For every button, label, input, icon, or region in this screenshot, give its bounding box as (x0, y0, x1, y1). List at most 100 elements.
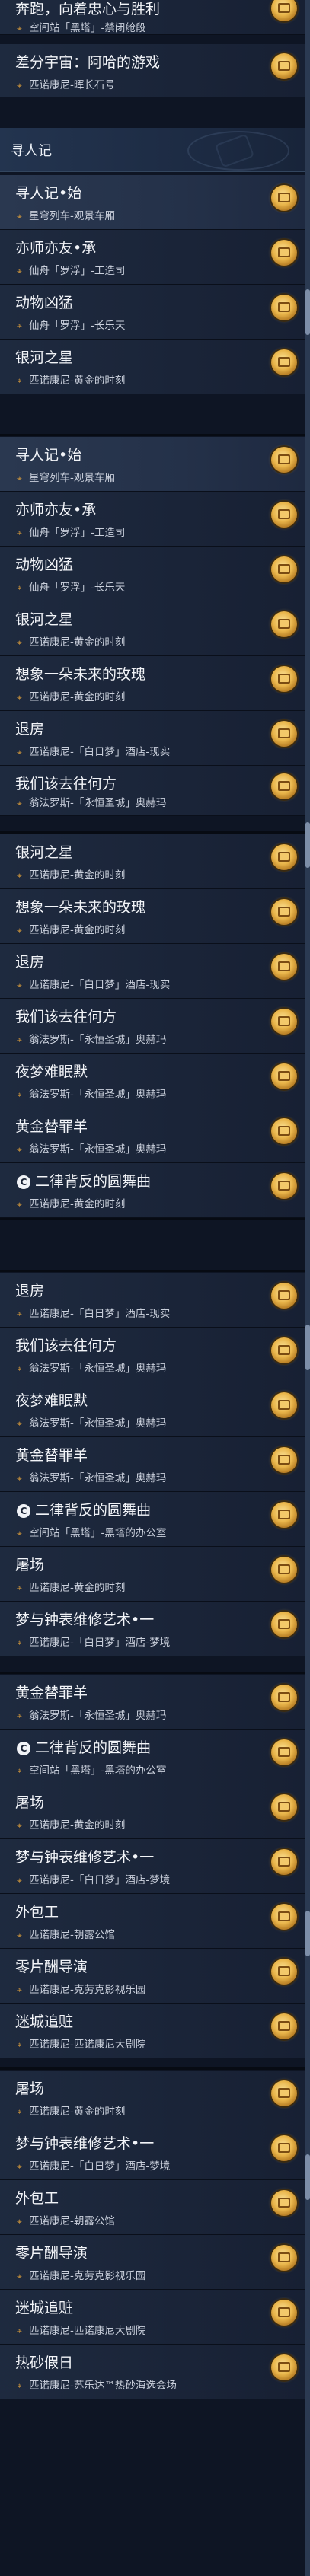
mission-location: ⌖ 匹诺康尼-晖长石号 (17, 78, 115, 92)
reward-chest-icon[interactable] (271, 1904, 297, 1930)
mission-location-text: 匹诺康尼-黄金的时刻 (29, 636, 126, 649)
reward-chest-icon[interactable] (271, 1118, 297, 1144)
reward-chest-icon[interactable] (271, 611, 297, 637)
reward-chest-icon[interactable] (271, 1739, 297, 1765)
scrollbar-track[interactable] (305, 0, 310, 2576)
reward-chest-icon[interactable] (271, 2245, 297, 2271)
reward-chest-icon[interactable] (271, 1392, 297, 1418)
mission-item[interactable]: 差分宇宙：阿哈的游戏 ⌖ 匹诺康尼-晖长石号 (0, 44, 305, 97)
mission-location: ⌖ 匹诺康尼-黄金的时刻 (17, 1197, 125, 1211)
reward-chest-icon[interactable] (271, 2013, 297, 2039)
reward-chest-icon[interactable] (271, 1794, 297, 1820)
mission-item[interactable]: 寻人记•始 ⌖ 星穹列车-观景车厢 (0, 437, 305, 492)
mission-item[interactable]: 黄金替罪羊 ⌖ 翁法罗斯-「永恒圣城」奥赫玛 (0, 1108, 305, 1163)
location-pin-icon: ⌖ (17, 1765, 22, 1776)
mission-item[interactable]: 外包工 ⌖ 匹诺康尼-朝露公馆 (0, 2180, 305, 2235)
mission-item[interactable]: 银河之星 ⌖ 匹诺康尼-黄金的时刻 (0, 601, 305, 656)
mission-item[interactable]: 黄金替罪羊 ⌖ 翁法罗斯-「永恒圣城」奥赫玛 (0, 1437, 305, 1492)
reward-chest-icon[interactable] (271, 666, 297, 692)
reward-chest-icon[interactable] (271, 2300, 297, 2326)
mission-item[interactable]: C 二律背反的圆舞曲 ⌖ 空间站「黑塔」-黑塔的办公室 (0, 1492, 305, 1547)
reward-chest-icon[interactable] (271, 1959, 297, 1985)
mission-item[interactable]: 屠场 ⌖ 匹诺康尼-黄金的时刻 (0, 1784, 305, 1839)
reward-chest-icon[interactable] (271, 502, 297, 528)
scrollbar-thumb[interactable] (305, 289, 310, 335)
mission-item[interactable]: 夜梦难眠默 ⌖ 翁法罗斯-「永恒圣城」奥赫玛 (0, 1382, 305, 1437)
mission-item[interactable]: 屠场 ⌖ 匹诺康尼-黄金的时刻 (0, 1547, 305, 1602)
scrollbar-thumb[interactable] (305, 1325, 310, 1370)
reward-chest-icon[interactable] (271, 721, 297, 747)
location-pin-icon: ⌖ (17, 870, 22, 881)
mission-item[interactable]: 热砂假日 ⌖ 匹诺康尼-苏乐达™热砂海选会场 (0, 2345, 305, 2399)
reward-chest-icon[interactable] (271, 240, 297, 266)
reward-chest-icon[interactable] (271, 1337, 297, 1363)
mission-item[interactable]: 梦与钟表维修艺术•一 ⌖ 匹诺康尼-「白日梦」酒店-梦境 (0, 2125, 305, 2180)
reward-chest-icon[interactable] (271, 1447, 297, 1473)
mission-item[interactable]: 梦与钟表维修艺术•一 ⌖ 匹诺康尼-「白日梦」酒店-梦境 (0, 1602, 305, 1656)
mission-item[interactable]: 退房 ⌖ 匹诺康尼-「白日梦」酒店-现实 (0, 711, 305, 766)
mission-title: 梦与钟表维修艺术•一 (15, 1849, 155, 1866)
mission-title: 黄金替罪羊 (15, 1447, 88, 1464)
mission-location: ⌖ 匹诺康尼-黄金的时刻 (17, 869, 125, 882)
mission-item[interactable]: 银河之星 ⌖ 匹诺康尼-黄金的时刻 (0, 834, 305, 889)
mission-item[interactable]: C 二律背反的圆舞曲 ⌖ 匹诺康尼-黄金的时刻 (0, 1163, 305, 1218)
scrollbar-thumb[interactable] (305, 2154, 310, 2200)
mission-item[interactable]: 我们该去往何方 ⌖ 翁法罗斯-「永恒圣城」奥赫玛 (0, 766, 305, 816)
reward-chest-icon[interactable] (271, 1557, 297, 1583)
reward-chest-icon[interactable] (271, 2190, 297, 2216)
reward-chest-icon[interactable] (271, 295, 297, 320)
reward-chest-icon[interactable] (271, 2354, 297, 2380)
mission-item[interactable]: 夜梦难眠默 ⌖ 翁法罗斯-「永恒圣城」奥赫玛 (0, 1054, 305, 1108)
mission-item[interactable]: 零片酬导演 ⌖ 匹诺康尼-克劳克影视乐园 (0, 1949, 305, 2004)
mission-location: ⌖ 匹诺康尼-黄金的时刻 (17, 2105, 125, 2119)
mission-item[interactable]: 黄金替罪羊 ⌖ 翁法罗斯-「永恒圣城」奥赫玛 (0, 1675, 305, 1730)
mission-item[interactable]: 梦与钟表维修艺术•一 ⌖ 匹诺康尼-「白日梦」酒店-梦境 (0, 1839, 305, 1894)
location-pin-icon: ⌖ (17, 582, 22, 593)
reward-chest-icon[interactable] (271, 1173, 297, 1199)
mission-item[interactable]: 寻人记•始 ⌖ 星穹列车-观景车厢 (0, 175, 305, 230)
scrollbar-thumb[interactable] (305, 1911, 310, 1956)
reward-chest-icon[interactable] (271, 1849, 297, 1875)
reward-chest-icon[interactable] (271, 1685, 297, 1710)
mission-item[interactable]: 迷城追赃 ⌖ 匹诺康尼-匹诺康尼大剧院 (0, 2290, 305, 2345)
reward-chest-icon[interactable] (271, 1283, 297, 1309)
reward-chest-icon[interactable] (271, 53, 297, 79)
mission-location: ⌖ 匹诺康尼-克劳克影视乐园 (17, 2269, 145, 2283)
reward-chest-icon[interactable] (271, 1612, 297, 1637)
reward-chest-icon[interactable] (271, 2135, 297, 2161)
mission-item[interactable]: 我们该去往何方 ⌖ 翁法罗斯-「永恒圣城」奥赫玛 (0, 1328, 305, 1382)
reward-chest-icon[interactable] (271, 899, 297, 925)
mission-item[interactable]: 亦师亦友•承 ⌖ 仙舟「罗浮」-工造司 (0, 492, 305, 547)
mission-location-text: 匹诺康尼-黄金的时刻 (29, 691, 126, 703)
reward-chest-icon[interactable] (271, 349, 297, 375)
mission-item[interactable]: 想象一朵未来的玫瑰 ⌖ 匹诺康尼-黄金的时刻 (0, 656, 305, 711)
mission-item[interactable]: 屠场 ⌖ 匹诺康尼-黄金的时刻 (0, 2071, 305, 2125)
reward-chest-icon[interactable] (271, 844, 297, 870)
reward-chest-icon[interactable] (271, 1009, 297, 1035)
mission-item[interactable]: 亦师亦友•承 ⌖ 仙舟「罗浮」-工造司 (0, 230, 305, 285)
reward-chest-icon[interactable] (271, 0, 297, 21)
reward-chest-icon[interactable] (271, 773, 297, 799)
mission-item[interactable]: 我们该去往何方 ⌖ 翁法罗斯-「永恒圣城」奥赫玛 (0, 999, 305, 1054)
mission-item[interactable]: 动物凶猛 ⌖ 仙舟「罗浮」-长乐天 (0, 285, 305, 340)
mission-item[interactable]: 动物凶猛 ⌖ 仙舟「罗浮」-长乐天 (0, 547, 305, 601)
reward-chest-icon[interactable] (271, 1502, 297, 1528)
reward-chest-icon[interactable] (271, 185, 297, 211)
reward-chest-icon[interactable] (271, 556, 297, 582)
mission-item[interactable]: C 二律背反的圆舞曲 ⌖ 空间站「黑塔」-黑塔的办公室 (0, 1730, 305, 1784)
reward-chest-icon[interactable] (271, 954, 297, 980)
mission-item[interactable]: 零片酬导演 ⌖ 匹诺康尼-克劳克影视乐园 (0, 2235, 305, 2290)
mission-item[interactable]: 退房 ⌖ 匹诺康尼-「白日梦」酒店-现实 (0, 1273, 305, 1328)
scrollbar-thumb[interactable] (305, 822, 310, 868)
mission-item[interactable]: 奔跑，向着忠心与胜利 ⌖ 空间站「黑塔」-禁闭舱段 (0, 0, 305, 35)
mission-item[interactable]: 银河之星 ⌖ 匹诺康尼-黄金的时刻 (0, 340, 305, 394)
mission-location: ⌖ 匹诺康尼-「白日梦」酒店-现实 (17, 978, 170, 992)
mission-item[interactable]: 想象一朵未来的玫瑰 ⌖ 匹诺康尼-黄金的时刻 (0, 889, 305, 944)
reward-chest-icon[interactable] (271, 2080, 297, 2106)
mission-item[interactable]: 迷城追赃 ⌖ 匹诺康尼-匹诺康尼大剧院 (0, 2004, 305, 2058)
mission-item[interactable]: 退房 ⌖ 匹诺康尼-「白日梦」酒店-现实 (0, 944, 305, 999)
reward-chest-icon[interactable] (271, 1063, 297, 1089)
reward-chest-icon[interactable] (271, 447, 297, 473)
mission-item[interactable]: 外包工 ⌖ 匹诺康尼-朝露公馆 (0, 1894, 305, 1949)
location-pin-icon: ⌖ (17, 23, 22, 33)
